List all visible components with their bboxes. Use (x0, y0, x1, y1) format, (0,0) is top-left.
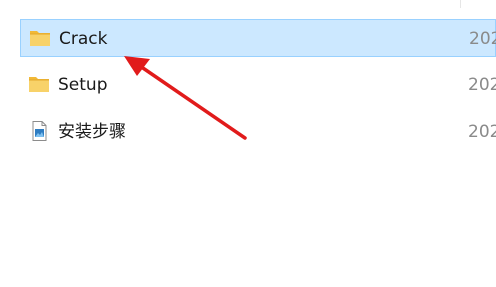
file-name: Setup (58, 75, 108, 95)
file-row-crack[interactable]: Crack 202 (20, 19, 496, 57)
file-name: 安装步骤 (58, 122, 126, 142)
folder-icon (29, 28, 51, 48)
folder-icon (28, 74, 50, 94)
file-date: 202 (468, 75, 496, 95)
file-row-install-steps[interactable]: 安装步骤 202 (20, 113, 496, 151)
file-date: 202 (469, 29, 496, 49)
file-date: 202 (468, 122, 496, 142)
file-name: Crack (59, 29, 108, 49)
file-explorer-view: Crack 202 Setup 202 (0, 0, 496, 287)
image-file-icon (28, 121, 50, 141)
file-list: Crack 202 Setup 202 (0, 0, 496, 287)
file-row-setup[interactable]: Setup 202 (20, 66, 496, 104)
